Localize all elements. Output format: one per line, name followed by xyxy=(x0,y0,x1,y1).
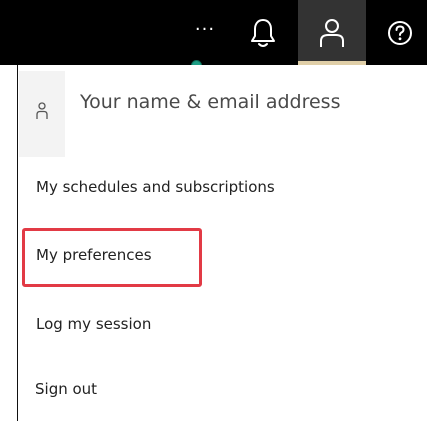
page: ··· Your name & email address My schedul… xyxy=(0,0,427,421)
highlight-box xyxy=(22,228,202,287)
bell-icon xyxy=(251,18,275,47)
profile-avatar-box xyxy=(19,71,65,157)
user-icon xyxy=(320,18,344,47)
help-button[interactable] xyxy=(377,0,423,65)
menu-item-schedules[interactable]: My schedules and subscriptions xyxy=(36,178,275,196)
profile-name-email[interactable]: Your name & email address xyxy=(80,91,340,113)
top-bar: ··· xyxy=(0,0,427,65)
more-button[interactable]: ··· xyxy=(180,0,230,65)
notifications-button[interactable] xyxy=(238,0,288,65)
menu-item-log-session[interactable]: Log my session xyxy=(36,315,151,333)
menu-item-sign-out[interactable]: Sign out xyxy=(35,380,97,398)
user-menu-button[interactable] xyxy=(298,0,366,65)
more-dots: ··· xyxy=(194,18,216,40)
profile-user-icon xyxy=(36,102,48,119)
help-circle-icon xyxy=(388,20,412,45)
